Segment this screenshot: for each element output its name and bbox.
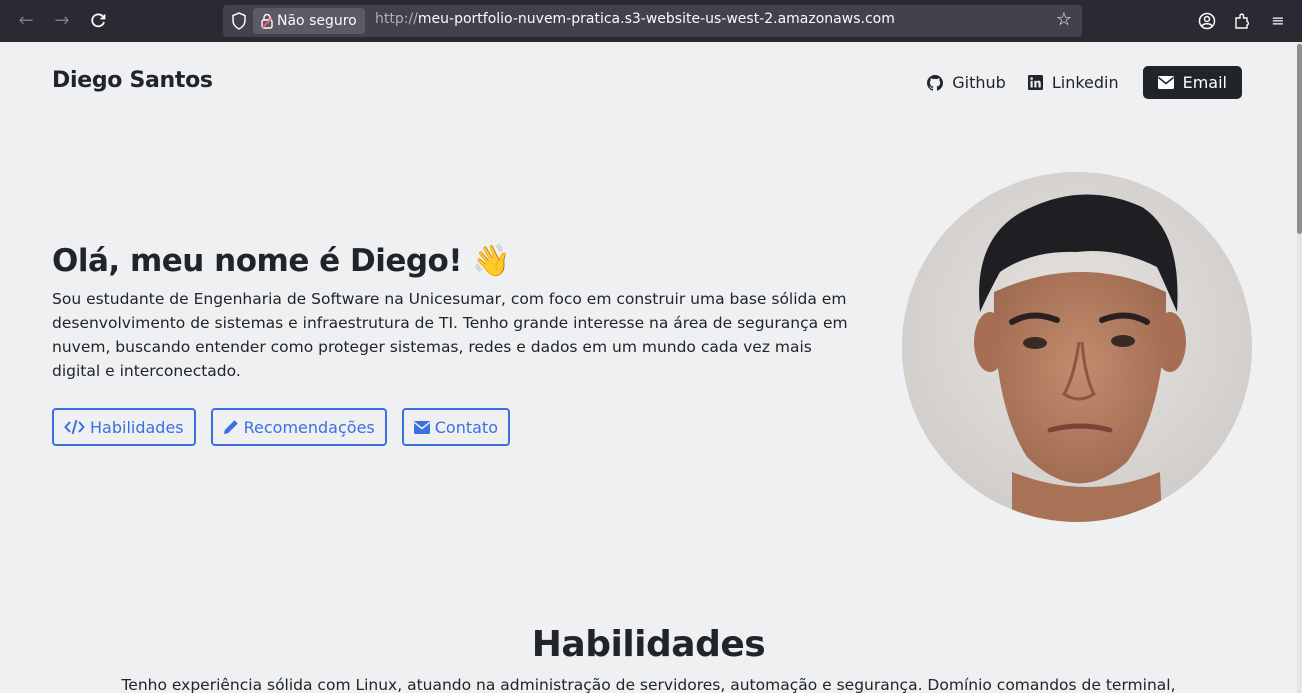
github-icon — [927, 74, 944, 91]
envelope-icon — [1157, 76, 1174, 89]
security-indicator[interactable]: Não seguro — [253, 8, 365, 34]
pencil-icon — [223, 420, 238, 434]
url-text[interactable]: http://meu-portfolio-nuvem-pratica.s3-we… — [375, 11, 895, 27]
github-link[interactable]: Github — [927, 66, 1006, 99]
hero-description: Sou estudante de Engenharia de Software … — [52, 290, 848, 380]
account-icon[interactable] — [1196, 10, 1218, 32]
email-button-label: Email — [1182, 73, 1227, 92]
skills-button-label: Habilidades — [90, 417, 184, 437]
linkedin-icon — [1027, 75, 1043, 90]
forward-arrow-icon[interactable]: → — [50, 9, 74, 33]
reload-icon[interactable] — [86, 9, 110, 33]
site-brand[interactable]: Diego Santos — [52, 68, 213, 93]
portfolio-page: Diego Santos Github Linkedin Email Olá, … — [0, 42, 1297, 693]
header-nav: Github Linkedin Email — [905, 66, 1242, 99]
contact-button-label: Contato — [434, 417, 498, 437]
browser-toolbar: ← → Não seguro http://meu-portfolio-nuve… — [0, 0, 1302, 42]
recommendations-button[interactable]: Recomendações — [210, 408, 387, 446]
insecure-lock-icon — [261, 13, 273, 29]
skills-section-title: Habilidades — [531, 624, 766, 665]
menu-hamburger-icon[interactable]: ≡ — [1267, 10, 1289, 32]
bookmark-star-icon[interactable]: ☆ — [1054, 10, 1074, 30]
profile-photo — [902, 172, 1252, 522]
linkedin-link[interactable]: Linkedin — [1027, 66, 1119, 99]
github-link-label: Github — [952, 73, 1006, 92]
security-label: Não seguro — [277, 13, 357, 29]
code-icon — [64, 419, 85, 435]
email-button[interactable]: Email — [1142, 66, 1242, 99]
extensions-icon[interactable] — [1231, 10, 1253, 32]
hero-title: Olá, meu nome é Diego! 👋 — [52, 243, 511, 279]
url-prefix: http:// — [375, 11, 418, 27]
hero-actions: Habilidades Recomendações Contato — [52, 408, 525, 446]
scrollbar-thumb[interactable] — [1297, 44, 1302, 234]
envelope-icon — [413, 420, 430, 434]
address-bar[interactable]: Não seguro http://meu-portfolio-nuvem-pr… — [223, 5, 1082, 37]
recommendations-button-label: Recomendações — [243, 417, 375, 437]
back-arrow-icon[interactable]: ← — [14, 9, 38, 33]
skills-button[interactable]: Habilidades — [52, 408, 196, 446]
linkedin-link-label: Linkedin — [1051, 73, 1119, 92]
skills-section-text: Tenho experiência sólida com Linux, atua… — [121, 676, 1176, 693]
url-host: meu-portfolio-nuvem-pratica.s3-website-u… — [417, 11, 895, 27]
contact-button[interactable]: Contato — [401, 408, 510, 446]
shield-icon[interactable] — [231, 12, 247, 30]
